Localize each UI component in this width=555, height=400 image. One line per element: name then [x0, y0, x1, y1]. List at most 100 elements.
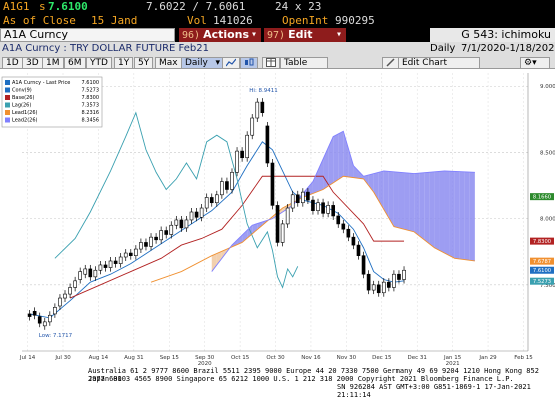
- cloud-segment: [444, 170, 450, 256]
- candle-body: [361, 255, 366, 275]
- edit-menu[interactable]: 97) Edit ▾: [264, 28, 346, 42]
- cloud-segment: [404, 172, 410, 231]
- legend-series-name: Base(26): [12, 95, 34, 101]
- date-range[interactable]: 7/1/2020-1/18/2021: [461, 42, 555, 56]
- frequency-dropdown[interactable]: Daily ▾: [181, 57, 223, 69]
- candle-body: [356, 244, 361, 256]
- as-of-label: As of Close: [3, 14, 76, 27]
- candle-body: [73, 280, 77, 288]
- ichimoku-chart[interactable]: 9.00008.50008.00007.5000Jul 14Jul 30Aug …: [0, 69, 555, 367]
- range-ytd-button[interactable]: YTD: [86, 57, 112, 69]
- candle-body: [250, 117, 255, 136]
- candle-body: [376, 284, 381, 294]
- candle-body: [280, 223, 285, 243]
- candle-body: [402, 269, 406, 280]
- settings-dropdown[interactable]: ⚙▾: [520, 57, 550, 69]
- chart-area[interactable]: 9.00008.50008.00007.5000Jul 14Jul 30Aug …: [0, 69, 555, 400]
- candle-body: [290, 194, 295, 209]
- candle-body: [235, 150, 239, 173]
- cloud-segment: [429, 171, 435, 248]
- candle-body: [53, 307, 57, 315]
- candle-body: [381, 281, 386, 294]
- candle-body: [164, 230, 169, 235]
- range-5y-button[interactable]: 5Y: [134, 57, 154, 69]
- function-title: G 543: ichimoku: [430, 28, 555, 42]
- chart-legend[interactable]: A1A Curncy - Last Price 7.6100 Conv(9) 7.52…: [1, 76, 103, 128]
- candle-body: [37, 316, 42, 324]
- legend-swatch: [5, 95, 10, 100]
- candle-body: [260, 101, 265, 114]
- candle-chart-icon[interactable]: [240, 57, 258, 69]
- chevron-down-icon: ▾: [335, 29, 342, 40]
- candle-body: [230, 171, 234, 190]
- candle-body: [306, 191, 310, 201]
- chevron-down-icon: ▾: [250, 29, 257, 40]
- security-field-text: A1A Curncy: [4, 28, 69, 41]
- price-label-text: 7.6100: [533, 268, 551, 274]
- x-tick-label: Oct 30: [266, 355, 285, 361]
- candle-body: [321, 202, 325, 214]
- candle-body: [311, 199, 315, 211]
- cloud-segment: [464, 171, 470, 261]
- range-6m-button[interactable]: 6M: [64, 57, 86, 69]
- line-chart-icon[interactable]: [222, 57, 240, 69]
- legend-series-name: A1A Curncy - Last Price: [12, 80, 70, 86]
- as-of-date: 15 Jand: [91, 14, 138, 27]
- candle-body: [189, 211, 194, 221]
- actions-menu-label: Actions: [203, 28, 250, 41]
- security-field[interactable]: A1A Curncy: [0, 28, 175, 42]
- edit-chart-button[interactable]: Edit Chart: [398, 57, 480, 69]
- candle-body: [265, 125, 270, 164]
- candle-body: [83, 268, 88, 275]
- candle-body: [255, 101, 260, 119]
- candle-body: [316, 202, 320, 211]
- x-tick-label: Feb 15: [514, 355, 533, 361]
- cloud-segment: [434, 171, 440, 251]
- cloud-segment: [469, 172, 475, 261]
- candle-body: [346, 228, 351, 238]
- cloud-segment: [393, 171, 399, 228]
- open-interest-label: OpenInt: [282, 14, 329, 27]
- candle-body: [184, 219, 189, 229]
- range-3d-button[interactable]: 3D: [22, 57, 43, 69]
- table-icon[interactable]: [262, 57, 280, 69]
- chevron-down-icon: ▾: [215, 58, 220, 68]
- cloud-segment: [388, 171, 394, 227]
- table-button[interactable]: Table: [280, 57, 328, 69]
- range-max-button[interactable]: Max: [155, 57, 182, 69]
- candle-body: [154, 236, 158, 241]
- y-tick-label: 9.0000: [540, 84, 555, 90]
- cloud-segment: [439, 170, 445, 254]
- high-annotation: Hi: 8.9411: [249, 88, 278, 94]
- candle-body: [103, 264, 108, 268]
- price-label-text: 7.5273: [533, 279, 551, 285]
- x-tick-label: Dec 31: [408, 355, 427, 361]
- legend-series-value: 8.3456: [82, 118, 100, 124]
- range-1y-button[interactable]: 1Y: [114, 57, 134, 69]
- candle-body: [301, 191, 305, 204]
- footer-copyright: Japan 81 3 4565 8900 Singapore 65 6212 1…: [88, 375, 514, 383]
- frequency-dropdown-label: Daily: [185, 58, 208, 68]
- legend-series-name: Lead2(26): [12, 118, 38, 124]
- actions-menu-number: 96): [182, 30, 201, 41]
- quote-side: s: [39, 0, 46, 13]
- legend-series-value: 7.5273: [82, 88, 100, 94]
- volume-label: Vol: [187, 14, 207, 27]
- open-interest-value: 990295: [335, 14, 375, 27]
- actions-menu[interactable]: 96) Actions ▾: [179, 28, 261, 42]
- legend-swatch: [5, 87, 10, 93]
- quote-stats-row: As of Close 15 Jand Vol 141026 OpenInt 9…: [0, 14, 555, 28]
- cloud-segment: [409, 173, 415, 232]
- range-1d-button[interactable]: 1D: [2, 57, 23, 69]
- chart-toolbar: 1D 3D 1M 6M YTD 1Y 5Y Max Daily ▾ Table …: [0, 56, 555, 69]
- x-tick-label: Nov 16: [301, 355, 321, 361]
- range-1m-button[interactable]: 1M: [42, 57, 64, 69]
- cloud-segment: [419, 172, 425, 240]
- quote-row: A1G1 s 7.6100 7.6022 / 7.6061 24 x 23: [0, 0, 555, 14]
- candle-body: [225, 181, 229, 190]
- legend-series-value: 7.3573: [82, 103, 100, 109]
- candle-body: [351, 236, 356, 246]
- footer-session: SN 926284 AST GMT+3:00 G851-1869-1 17-Ja…: [337, 383, 531, 399]
- cloud-segment: [424, 172, 430, 244]
- edit-menu-number: 97): [267, 30, 286, 41]
